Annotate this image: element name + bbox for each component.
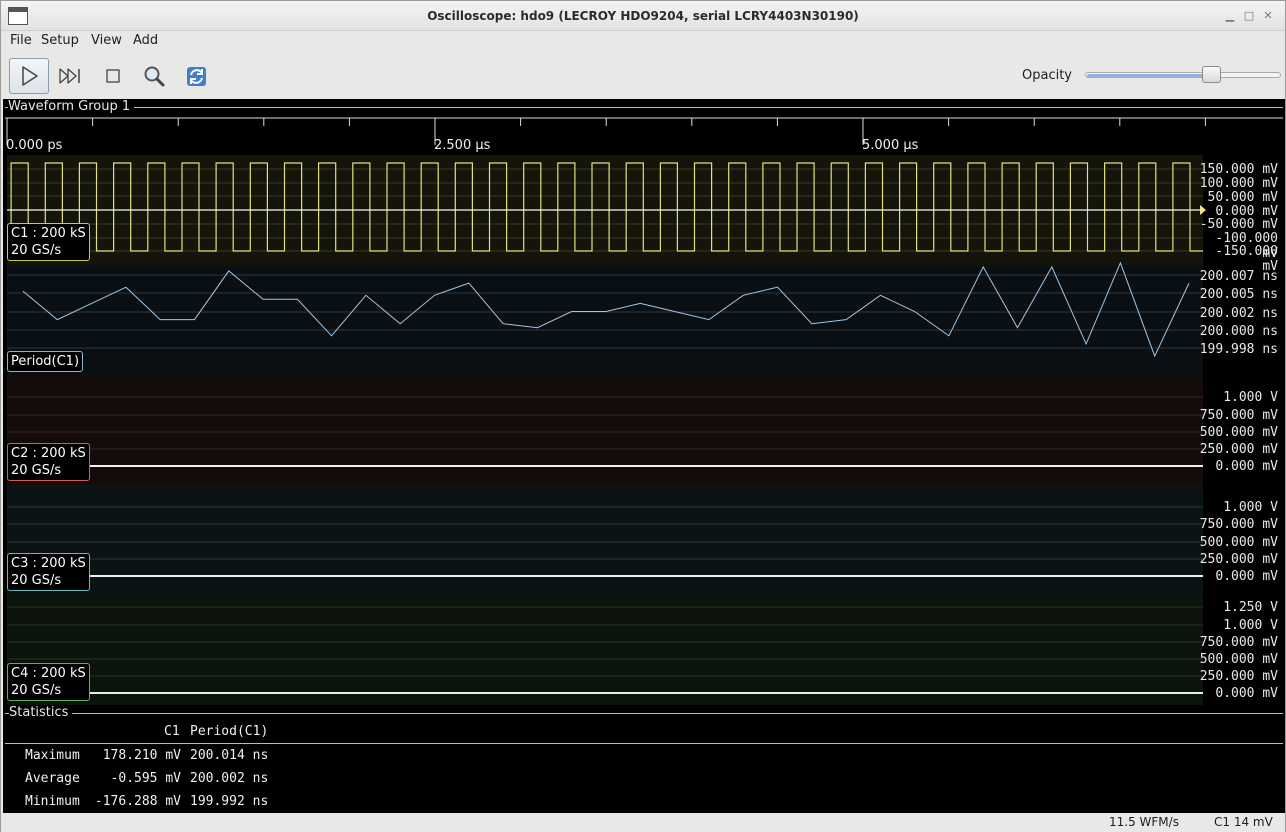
title-bar: Oscilloscope: hdo9 (LECROY HDO9204, seri… [1,1,1285,31]
window-title: Oscilloscope: hdo9 (LECROY HDO9204, seri… [427,9,859,23]
refresh-icon [187,67,206,86]
panel-background [7,595,1203,705]
c2-axis-label: 1.000 V [1223,390,1278,405]
statistics-title: Statistics [9,705,73,720]
single-step-icon [59,68,80,84]
stats-cell: 178.210 mV [102,748,181,763]
c3-axis-label: 0.000 mV [1215,569,1278,584]
c2-axis-label: 250.000 mV [1199,442,1278,457]
channel-c1-label[interactable]: C1 : 200 kS 20 GS/s [7,223,90,261]
c4-axis-label: 1.250 V [1223,600,1278,615]
menu-bar: File Setup View Add [1,31,1285,52]
channel-c4-label[interactable]: C4 : 200 kS 20 GS/s [7,663,90,701]
c3-axis-label: 250.000 mV [1199,552,1278,567]
waveform-plots [5,117,1283,705]
c3-axis-label: 750.000 mV [1199,517,1278,532]
stats-cell: -0.595 mV [110,771,181,786]
stats-column-header: C1 [164,724,180,739]
period-axis-label: 200.002 ns [1199,306,1278,321]
refresh-button[interactable] [176,58,216,94]
zoom-button[interactable] [134,58,174,94]
channel-c2-label[interactable]: C2 : 200 kS 20 GS/s [7,443,90,481]
c4-axis-label: 250.000 mV [1199,669,1278,684]
waveform-group-title: Waveform Group 1 [8,99,135,114]
period-axis-label: 200.000 ns [1199,324,1278,339]
stats-cell: 200.002 ns [190,771,269,786]
c4-axis-label: 0.000 mV [1215,686,1278,701]
stats-row-label: Average [25,771,80,786]
oscilloscope-window: Oscilloscope: hdo9 (LECROY HDO9204, seri… [0,0,1286,832]
c1-axis-label: 150.000 mV [1199,162,1278,177]
channel-c3-label[interactable]: C3 : 200 kS 20 GS/s [7,553,90,591]
run-icon [22,66,38,86]
menu-file[interactable]: File [10,33,32,48]
stats-cell: -176.288 mV [94,794,181,809]
time-label-2: 5.000 µs [862,138,919,153]
channel-period-label[interactable]: Period(C1) [7,351,84,372]
zoom-icon [144,66,165,87]
opacity-label: Opacity [1022,68,1073,83]
status-bar: 11.5 WFM/s C1 14 mV [1,813,1285,832]
period-axis-label: 200.007 ns [1199,269,1278,284]
time-label-0: 0.000 ps [6,138,63,153]
time-label-1: 2.500 µs [434,138,491,153]
c2-axis-label: 750.000 mV [1199,408,1278,423]
slider-thumb[interactable] [1202,66,1221,83]
slider-track [1085,72,1281,78]
c4-axis-label: 500.000 mV [1199,652,1278,667]
c4-axis-label: 750.000 mV [1199,635,1278,650]
channel-label-rate: 20 GS/s [11,243,62,258]
menu-add[interactable]: Add [133,33,158,48]
channel-label-rate: 20 GS/s [11,683,62,698]
trigger-level: C1 14 mV [1214,815,1273,829]
channel-label-name: C1 : 200 kS [11,226,86,241]
c3-axis-label: 1.000 V [1223,500,1278,515]
statistics-border [5,713,1283,714]
panel-background [7,485,1203,595]
c4-axis-label: 1.000 V [1223,618,1278,633]
statistics-separator [5,743,1283,744]
menu-setup[interactable]: Setup [41,33,79,48]
c2-axis-label: 500.000 mV [1199,425,1278,440]
menu-view[interactable]: View [91,33,122,48]
toolbar: Opacity [1,53,1285,99]
close-icon[interactable]: ✕ [1261,9,1275,23]
c3-axis-label: 500.000 mV [1199,535,1278,550]
opacity-slider[interactable] [1085,65,1283,85]
channel-label-rate: 20 GS/s [11,573,62,588]
c2-axis-label: 0.000 mV [1215,459,1278,474]
channel-label-name: Period(C1) [11,354,80,369]
run-button[interactable] [9,58,49,94]
stats-cell: 199.992 ns [190,794,269,809]
channel-label-rate: 20 GS/s [11,463,62,478]
channel-label-name: C4 : 200 kS [11,666,86,681]
period-axis-label: 199.998 ns [1199,342,1278,357]
slider-fill [1087,74,1214,78]
c1-axis-label: 50.000 mV [1207,190,1278,205]
single-step-button[interactable] [51,58,91,94]
channel-label-name: C3 : 200 kS [11,556,86,571]
panel-background [7,375,1203,485]
stats-row-label: Maximum [25,748,80,763]
channel-label-name: C2 : 200 kS [11,446,86,461]
c1-axis-label: 100.000 mV [1199,176,1278,191]
minimize-icon[interactable]: ▁ [1223,9,1237,23]
stats-cell: 200.014 ns [190,748,269,763]
maximize-icon[interactable]: □ [1242,9,1256,23]
waveform-rate: 11.5 WFM/s [1109,815,1179,829]
stats-row-label: Minimum [25,794,80,809]
stop-button[interactable] [93,58,133,94]
waveform-area: Waveform Group 1 0.000 ps 2.500 µs 5.000… [3,99,1285,813]
stats-column-header: Period(C1) [190,724,269,739]
stop-icon [106,69,120,83]
period-axis-label: 200.005 ns [1199,287,1278,302]
c1-axis-label: -50.000 mV [1199,217,1278,232]
